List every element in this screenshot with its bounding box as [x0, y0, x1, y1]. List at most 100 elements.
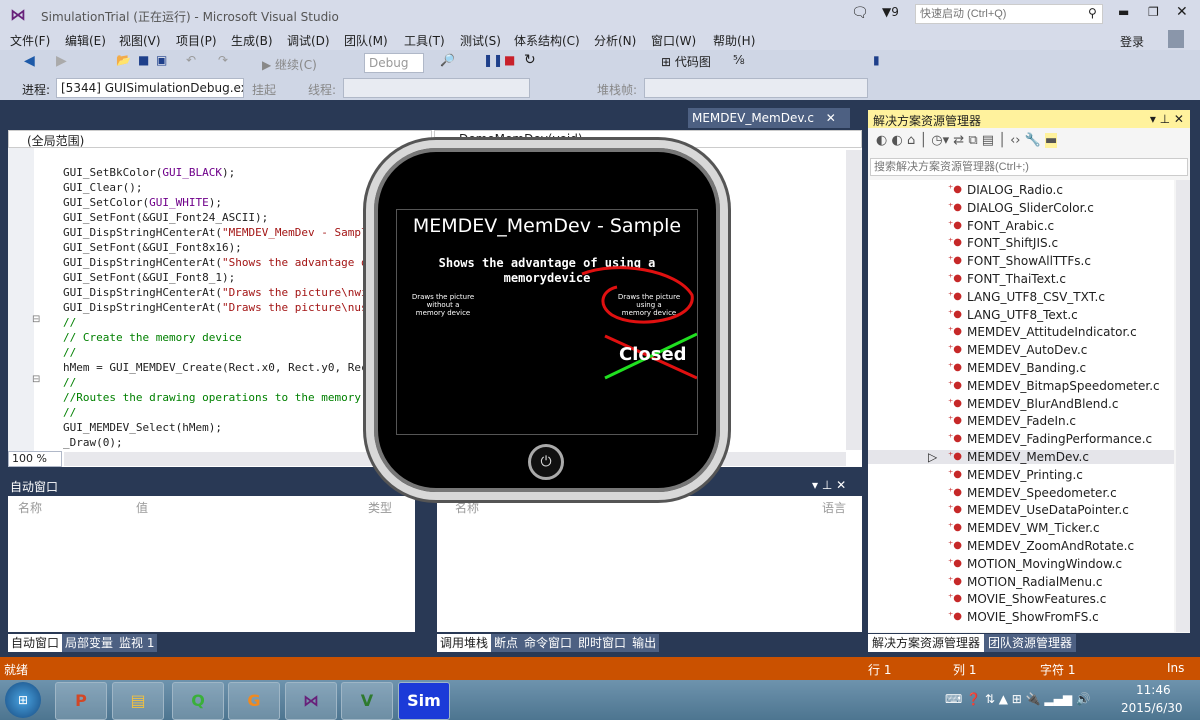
simulator-screen[interactable]: MEMDEV_MemDev - Sample Shows the advanta… — [396, 209, 698, 435]
solution-file-item[interactable]: ⁺● MEMDEV_BlurAndBlend.c — [948, 397, 1118, 411]
back-icon[interactable]: ◀ — [24, 53, 35, 69]
undo-icon[interactable]: ↶ — [186, 53, 196, 67]
tab-team-explorer[interactable]: 团队资源管理器 — [984, 634, 1077, 652]
solution-file-item[interactable]: ⁺● MEMDEV_Printing.c — [948, 468, 1083, 482]
clock-time[interactable]: 11:46 — [1136, 683, 1171, 697]
close-tab-icon[interactable]: ✕ — [826, 111, 836, 125]
tab-watch-1[interactable]: 监视 1 — [116, 634, 158, 652]
stop-icon[interactable]: ■ — [504, 53, 515, 67]
minimize-button[interactable]: ▬ — [1118, 5, 1129, 19]
restore-button[interactable]: ❐ — [1148, 5, 1159, 19]
stack-frame-dropdown[interactable] — [644, 78, 868, 98]
forward-icon[interactable]: ▶ — [56, 53, 67, 69]
tab-breakpoints[interactable]: 断点 — [491, 634, 522, 652]
menu-item[interactable]: 调试(D) — [287, 32, 330, 49]
powerpoint-taskbar-icon[interactable]: P — [55, 682, 107, 720]
column-value[interactable]: 值 — [136, 499, 148, 516]
notifications[interactable]: ▼9 — [882, 5, 899, 19]
qq-taskbar-icon[interactable]: Q — [172, 682, 224, 720]
solution-file-item[interactable]: ⁺● MEMDEV_AttitudeIndicator.c — [948, 325, 1137, 339]
login-link[interactable]: 登录 — [1120, 33, 1144, 50]
menu-item[interactable]: 窗口(W) — [651, 32, 696, 49]
config-dropdown[interactable]: Debug — [364, 53, 424, 73]
solution-file-item[interactable]: ⁺● FONT_ShowAllTTFs.c — [948, 254, 1091, 268]
menu-item[interactable]: 文件(F) — [10, 32, 50, 49]
collapse-icon[interactable]: ⊟ — [32, 314, 40, 325]
bookmark-icon[interactable]: ▮ — [873, 53, 880, 67]
zoom-dropdown[interactable]: 100 % — [8, 451, 62, 467]
vertical-scrollbar[interactable] — [846, 150, 862, 450]
solution-file-item[interactable]: ⁺● MEMDEV_AutoDev.c — [948, 343, 1087, 357]
solution-file-item[interactable]: ⁺● MOTION_RadialMenu.c — [948, 575, 1103, 589]
solution-file-item[interactable]: ⁺● MEMDEV_Speedometer.c — [948, 486, 1117, 500]
menu-item[interactable]: 分析(N) — [594, 32, 636, 49]
column-name[interactable]: 名称 — [18, 499, 42, 516]
menu-item[interactable]: 视图(V) — [119, 32, 161, 49]
solution-file-item[interactable]: ⁺● MOTION_MovingWindow.c — [948, 557, 1122, 571]
pin-close-icons[interactable]: ▾ ⊥ ✕ — [1150, 112, 1184, 126]
start-button[interactable]: ⊞ — [5, 682, 41, 718]
solution-file-item[interactable]: ⁺● DIALOG_Radio.c — [948, 183, 1063, 197]
foxit-pdf-taskbar-icon[interactable]: G — [228, 682, 280, 720]
solution-file-item[interactable]: ⁺● MOVIE_ShowFromFS.c — [948, 610, 1099, 624]
solution-file-item[interactable]: ⁺● FONT_Arabic.c — [948, 219, 1054, 233]
tab-output[interactable]: 输出 — [629, 634, 660, 652]
hex-icon[interactable]: ⅝ — [733, 53, 745, 67]
tab-solution-explorer[interactable]: 解决方案资源管理器 — [868, 634, 985, 652]
tab-immediate-window[interactable]: 即时窗口 — [575, 634, 630, 652]
save-icon[interactable]: ■ — [138, 53, 149, 67]
quick-launch-input[interactable] — [915, 4, 1103, 24]
tab-call-stack[interactable]: 调用堆栈 — [437, 634, 492, 652]
solution-file-item[interactable]: ⁺● MEMDEV_WM_Ticker.c — [948, 521, 1100, 535]
close-button[interactable]: ✕ — [1176, 4, 1188, 20]
column-name[interactable]: 名称 — [455, 499, 479, 516]
solution-file-item[interactable]: ⁺● MOVIE_ShowFeatures.c — [948, 592, 1106, 606]
find-icon[interactable]: 🔎 — [440, 53, 455, 67]
se-toolbar[interactable]: ◐ ◐ ⌂ │ ◷▾ ⇄ ⧉ ▤ │ ‹› 🔧 ▬ — [876, 133, 1058, 148]
vs-addin-taskbar-icon[interactable]: V — [341, 682, 393, 720]
menu-item[interactable]: 测试(S) — [460, 32, 501, 49]
feedback-icon[interactable]: 🗨 — [851, 5, 869, 21]
collapse-icon[interactable]: ⊟ — [32, 374, 40, 385]
solution-file-item[interactable]: ⁺● FONT_ShiftJIS.c — [948, 236, 1058, 250]
tray-icons[interactable]: ⌨ ❓ ⇅ ▲ ⊞ 🔌 ▂▄▆ 🔊 — [945, 692, 1091, 706]
menu-item[interactable]: 项目(P) — [176, 32, 217, 49]
menu-item[interactable]: 生成(B) — [231, 32, 273, 49]
solution-file-item[interactable]: ⁺● LANG_UTF8_CSV_TXT.c — [948, 290, 1105, 304]
solution-file-item[interactable]: ⁺● DIALOG_SliderColor.c — [948, 201, 1094, 215]
suspend-button[interactable]: 挂起 — [252, 81, 276, 98]
column-language[interactable]: 语言 — [822, 499, 846, 516]
restart-icon[interactable]: ↻ — [524, 52, 536, 68]
pause-icon[interactable]: ❚❚ — [483, 53, 503, 67]
clock-date[interactable]: 2015/6/30 — [1121, 701, 1183, 715]
menu-item[interactable]: 编辑(E) — [65, 32, 106, 49]
callstack-window-controls[interactable]: ▾ ⊥ ✕ — [812, 478, 846, 492]
scope-dropdown[interactable]: (全局范围) — [8, 130, 432, 148]
emwin-sim-taskbar-icon[interactable]: Sim — [398, 682, 450, 720]
tab-autos[interactable]: 自动窗口 — [8, 634, 63, 652]
tab-locals[interactable]: 局部变量 — [62, 634, 117, 652]
thread-dropdown[interactable] — [343, 78, 530, 98]
menu-item[interactable]: 工具(T) — [404, 32, 445, 49]
redo-icon[interactable]: ↷ — [218, 53, 228, 67]
solution-file-item[interactable]: ⁺● MEMDEV_ZoomAndRotate.c — [948, 539, 1134, 553]
menu-item[interactable]: 帮助(H) — [713, 32, 755, 49]
process-dropdown[interactable]: [5344] GUISimulationDebug.exe — [56, 78, 244, 98]
code-map-button[interactable]: ⊞ 代码图 — [661, 53, 711, 70]
tree-scrollbar[interactable] — [1176, 180, 1190, 632]
solution-file-item[interactable]: ⁺● FONT_ThaiText.c — [948, 272, 1066, 286]
solution-file-item[interactable]: ▷ ⁺● MEMDEV_MemDev.c — [868, 450, 1174, 464]
tab-command-window[interactable]: 命令窗口 — [521, 634, 576, 652]
menu-item[interactable]: 体系结构(C) — [514, 32, 580, 49]
solution-search-input[interactable] — [870, 158, 1188, 176]
open-icon[interactable]: 📂 — [116, 53, 131, 67]
visual-studio-taskbar-icon[interactable]: ⋈ — [285, 682, 337, 720]
column-type[interactable]: 类型 — [368, 499, 392, 516]
solution-file-item[interactable]: ⁺● MEMDEV_Banding.c — [948, 361, 1086, 375]
solution-file-item[interactable]: ⁺● MEMDEV_UseDataPointer.c — [948, 503, 1129, 517]
solution-file-item[interactable]: ⁺● LANG_UTF8_Text.c — [948, 308, 1078, 322]
menu-item[interactable]: 团队(M) — [344, 32, 388, 49]
explorer-taskbar-icon[interactable]: ▤ — [112, 682, 164, 720]
solution-file-item[interactable]: ⁺● MEMDEV_BitmapSpeedometer.c — [948, 379, 1160, 393]
expand-arrow-icon[interactable]: ▷ — [928, 450, 937, 464]
